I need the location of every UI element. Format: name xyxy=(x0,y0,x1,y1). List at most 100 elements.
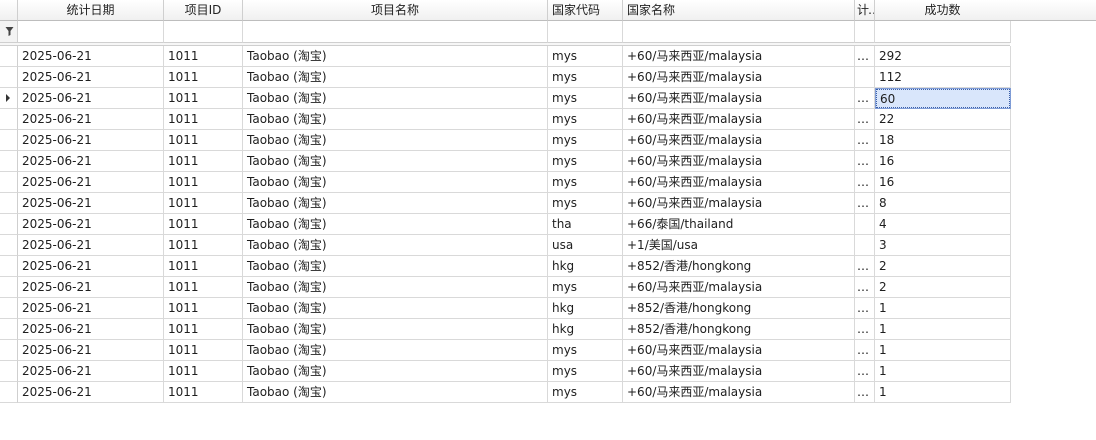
cell-truncated[interactable]: … xyxy=(855,298,875,319)
table-row[interactable]: 2025-06-21 1011 Taobao (淘宝) mys +60/马来西亚/mal… xyxy=(0,46,1011,67)
filter-cell-date[interactable] xyxy=(18,21,164,43)
table-row[interactable]: 2025-06-21 1011 Taobao (淘宝) mys +60/马来西亚/mal… xyxy=(0,277,1011,298)
cell-project-id[interactable]: 1011 xyxy=(164,319,243,340)
cell-project-name[interactable]: Taobao (淘宝) xyxy=(243,172,548,193)
cell-project-id[interactable]: 1011 xyxy=(164,298,243,319)
filter-cell-truncated[interactable] xyxy=(855,21,875,43)
cell-date[interactable]: 2025-06-21 xyxy=(18,382,164,403)
cell-success-count[interactable]: 8 xyxy=(875,193,1011,214)
table-row[interactable]: 2025-06-21 1011 Taobao (淘宝) mys +60/马来西亚/mal… xyxy=(0,340,1011,361)
cell-truncated[interactable]: … xyxy=(855,361,875,382)
cell-truncated[interactable]: … xyxy=(855,193,875,214)
row-indicator[interactable] xyxy=(0,235,18,256)
table-row[interactable]: 2025-06-21 1011 Taobao (淘宝) mys +60/马来西亚/mal… xyxy=(0,361,1011,382)
cell-project-name[interactable]: Taobao (淘宝) xyxy=(243,235,548,256)
cell-country-name[interactable]: +60/马来西亚/malaysia xyxy=(623,277,855,298)
cell-truncated[interactable]: … xyxy=(855,46,875,67)
cell-project-name[interactable]: Taobao (淘宝) xyxy=(243,67,548,88)
cell-date[interactable]: 2025-06-21 xyxy=(18,193,164,214)
cell-project-id[interactable]: 1011 xyxy=(164,88,243,109)
cell-project-name[interactable]: Taobao (淘宝) xyxy=(243,88,548,109)
cell-project-name[interactable]: Taobao (淘宝) xyxy=(243,277,548,298)
cell-country-code[interactable]: hkg xyxy=(548,256,623,277)
cell-project-name[interactable]: Taobao (淘宝) xyxy=(243,361,548,382)
cell-country-name[interactable]: +852/香港/hongkong xyxy=(623,298,855,319)
row-indicator[interactable] xyxy=(0,277,18,298)
cell-date[interactable]: 2025-06-21 xyxy=(18,88,164,109)
cell-project-name[interactable]: Taobao (淘宝) xyxy=(243,46,548,67)
cell-truncated[interactable]: … xyxy=(855,340,875,361)
cell-date[interactable]: 2025-06-21 xyxy=(18,130,164,151)
cell-country-name[interactable]: +60/马来西亚/malaysia xyxy=(623,88,855,109)
cell-project-name[interactable]: Taobao (淘宝) xyxy=(243,382,548,403)
cell-date[interactable]: 2025-06-21 xyxy=(18,361,164,382)
column-header-project-name[interactable]: 项目名称 xyxy=(243,0,548,21)
cell-project-id[interactable]: 1011 xyxy=(164,46,243,67)
cell-truncated[interactable] xyxy=(855,214,875,235)
cell-project-id[interactable]: 1011 xyxy=(164,130,243,151)
cell-country-name[interactable]: +60/马来西亚/malaysia xyxy=(623,361,855,382)
cell-success-count[interactable]: 22 xyxy=(875,109,1011,130)
cell-project-id[interactable]: 1011 xyxy=(164,256,243,277)
cell-country-name[interactable]: +60/马来西亚/malaysia xyxy=(623,46,855,67)
cell-country-code[interactable]: mys xyxy=(548,382,623,403)
cell-project-name[interactable]: Taobao (淘宝) xyxy=(243,298,548,319)
cell-country-code[interactable]: tha xyxy=(548,214,623,235)
cell-date[interactable]: 2025-06-21 xyxy=(18,235,164,256)
cell-country-code[interactable]: mys xyxy=(548,340,623,361)
cell-truncated[interactable] xyxy=(855,235,875,256)
cell-date[interactable]: 2025-06-21 xyxy=(18,340,164,361)
column-header-truncated[interactable]: 计… xyxy=(855,0,875,21)
row-indicator[interactable] xyxy=(0,298,18,319)
cell-country-code[interactable]: mys xyxy=(548,193,623,214)
cell-success-count[interactable]: 16 xyxy=(875,172,1011,193)
filter-cell-project-id[interactable] xyxy=(164,21,243,43)
filter-cell-country-name[interactable] xyxy=(623,21,855,43)
cell-success-count[interactable]: 60 xyxy=(875,88,1011,109)
row-indicator[interactable] xyxy=(0,172,18,193)
table-row[interactable]: 2025-06-21 1011 Taobao (淘宝) usa +1/美国/usa 3 xyxy=(0,235,1011,256)
cell-truncated[interactable]: … xyxy=(855,382,875,403)
column-header-date[interactable]: 统计日期 xyxy=(18,0,164,21)
cell-truncated[interactable]: … xyxy=(855,277,875,298)
row-indicator[interactable] xyxy=(0,67,18,88)
row-indicator[interactable] xyxy=(0,256,18,277)
column-header-success-count[interactable]: 成功数 xyxy=(875,0,1011,21)
row-indicator[interactable] xyxy=(0,340,18,361)
cell-success-count[interactable]: 18 xyxy=(875,130,1011,151)
cell-project-id[interactable]: 1011 xyxy=(164,109,243,130)
cell-country-name[interactable]: +60/马来西亚/malaysia xyxy=(623,151,855,172)
cell-success-count[interactable]: 1 xyxy=(875,319,1011,340)
cell-country-code[interactable]: hkg xyxy=(548,319,623,340)
data-grid[interactable]: 统计日期 项目ID 项目名称 国家代码 国家名称 计… 成功数 2025-06-… xyxy=(0,0,1011,403)
cell-project-name[interactable]: Taobao (淘宝) xyxy=(243,214,548,235)
row-indicator[interactable] xyxy=(0,46,18,67)
cell-country-name[interactable]: +60/马来西亚/malaysia xyxy=(623,172,855,193)
table-row[interactable]: 2025-06-21 1011 Taobao (淘宝) mys +60/马来西亚/mal… xyxy=(0,193,1011,214)
cell-project-id[interactable]: 1011 xyxy=(164,277,243,298)
cell-date[interactable]: 2025-06-21 xyxy=(18,277,164,298)
cell-project-id[interactable]: 1011 xyxy=(164,67,243,88)
table-row[interactable]: 2025-06-21 1011 Taobao (淘宝) mys +60/马来西亚/mal… xyxy=(0,88,1011,109)
row-indicator[interactable] xyxy=(0,88,18,109)
row-indicator[interactable] xyxy=(0,151,18,172)
cell-country-code[interactable]: mys xyxy=(548,88,623,109)
table-row[interactable]: 2025-06-21 1011 Taobao (淘宝) mys +60/马来西亚/mal… xyxy=(0,130,1011,151)
cell-date[interactable]: 2025-06-21 xyxy=(18,151,164,172)
cell-country-code[interactable]: mys xyxy=(548,46,623,67)
cell-project-id[interactable]: 1011 xyxy=(164,361,243,382)
cell-success-count[interactable]: 1 xyxy=(875,298,1011,319)
cell-date[interactable]: 2025-06-21 xyxy=(18,172,164,193)
table-row[interactable]: 2025-06-21 1011 Taobao (淘宝) mys +60/马来西亚/mal… xyxy=(0,151,1011,172)
cell-country-name[interactable]: +60/马来西亚/malaysia xyxy=(623,67,855,88)
cell-success-count[interactable]: 1 xyxy=(875,340,1011,361)
table-row[interactable]: 2025-06-21 1011 Taobao (淘宝) mys +60/马来西亚/mal… xyxy=(0,109,1011,130)
cell-date[interactable]: 2025-06-21 xyxy=(18,298,164,319)
column-header-country-code[interactable]: 国家代码 xyxy=(548,0,623,21)
cell-truncated[interactable]: … xyxy=(855,109,875,130)
cell-country-code[interactable]: mys xyxy=(548,277,623,298)
cell-success-count[interactable]: 3 xyxy=(875,235,1011,256)
cell-success-count[interactable]: 1 xyxy=(875,361,1011,382)
cell-project-name[interactable]: Taobao (淘宝) xyxy=(243,340,548,361)
cell-country-code[interactable]: mys xyxy=(548,361,623,382)
